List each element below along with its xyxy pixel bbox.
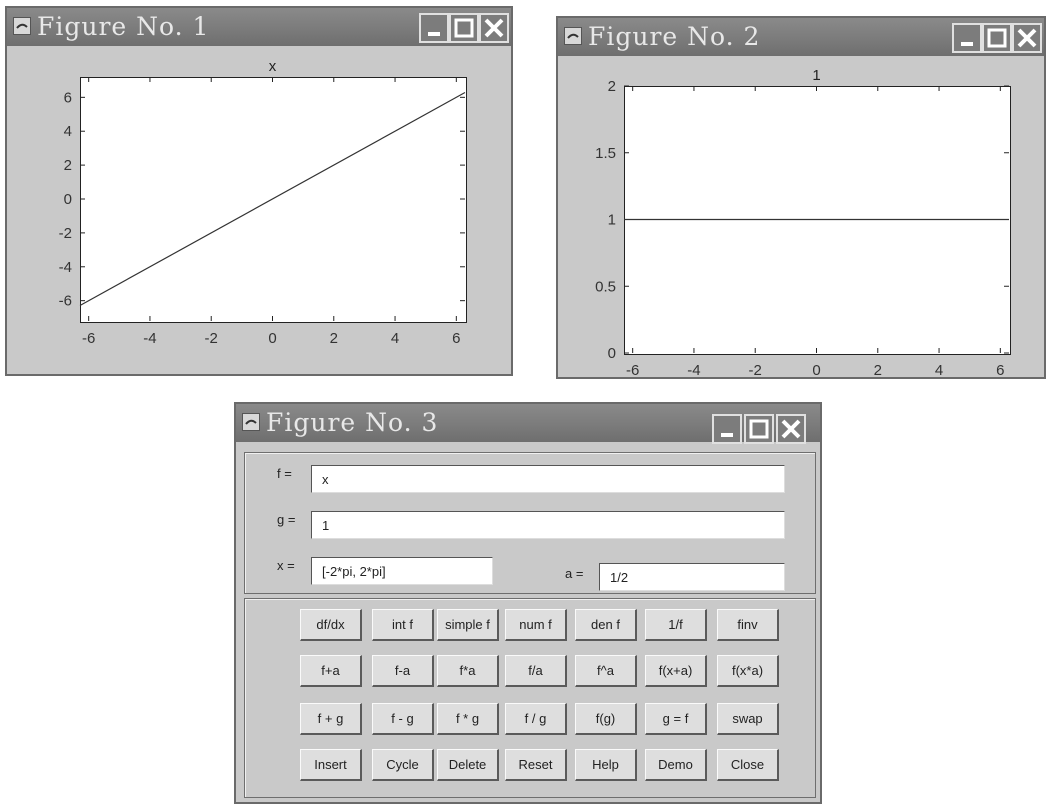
calc-button-int-f[interactable]: int f [372,609,434,641]
y-tick-label: 0 [608,345,616,362]
f-label: f = [277,466,292,481]
calc-button-close[interactable]: Close [717,749,779,781]
x-tick-label: -6 [82,330,95,347]
calc-button-num-f[interactable]: num f [505,609,567,641]
f-input[interactable] [311,465,785,493]
calc-button-f-a[interactable]: f+a [300,655,362,687]
a-label: a = [565,566,584,581]
y-tick-label: 1 [608,212,616,229]
calc-button-reset[interactable]: Reset [505,749,567,781]
calc-button-g-f[interactable]: g = f [645,703,707,735]
figure-3-titlebar[interactable]: Figure No. 3 [236,404,820,444]
g-label: g = [277,512,296,527]
y-tick-label: -4 [59,259,72,276]
x-tick-label: 6 [452,330,460,347]
x-tick-label: 0 [812,362,820,379]
calc-button-swap[interactable]: swap [717,703,779,735]
x-label: x = [277,558,295,573]
x-tick-label: 6 [996,362,1004,379]
maximize-icon[interactable] [744,414,774,444]
calc-button-f-a[interactable]: f-a [372,655,434,687]
a-input[interactable] [599,563,785,591]
calc-button-f-a[interactable]: f^a [575,655,637,687]
calc-button-f-x-a[interactable]: f(x*a) [717,655,779,687]
input-panel: f = g = x = a = [244,452,816,594]
close-icon[interactable] [776,414,806,444]
x-input[interactable] [311,557,493,585]
y-tick-label: 6 [64,89,72,106]
figure-3-window: Figure No. 3 f = g = x = a = df/dxint fs… [234,402,822,804]
calc-button-den-f[interactable]: den f [575,609,637,641]
chart-title: x [269,58,277,75]
x-tick-label: 4 [391,330,399,347]
data-line [79,92,466,306]
calc-button-f-g[interactable]: f + g [300,703,362,735]
y-tick-label: 2 [64,157,72,174]
x-tick-label: 2 [874,362,882,379]
calc-button-f-a[interactable]: f/a [505,655,567,687]
calc-button-cycle[interactable]: Cycle [372,749,434,781]
x-tick-label: 4 [935,362,943,379]
x-tick-label: -2 [749,362,762,379]
calc-button-f-g[interactable]: f * g [437,703,499,735]
chart-figure-2: -6 -4 -2 0 2 4 6 0 0.5 1 1.5 2 1 [595,67,1009,379]
x-tick-label: -2 [205,330,218,347]
calc-button-finv[interactable]: finv [717,609,779,641]
calc-button-f-g[interactable]: f / g [505,703,567,735]
calc-button-delete[interactable]: Delete [437,749,499,781]
chart-title: 1 [812,67,820,84]
y-tick-label: -6 [59,293,72,310]
chart-figure-1: -6 -4 -2 0 2 4 6 -6 -4 -2 0 2 4 6 x [59,58,466,347]
calc-button-simple-f[interactable]: simple f [437,609,499,641]
calc-button-demo[interactable]: Demo [645,749,707,781]
matlab-figure-icon [242,413,260,431]
calc-button-df-dx[interactable]: df/dx [300,609,362,641]
calc-button-f-a[interactable]: f*a [437,655,499,687]
calc-button-f-x-a[interactable]: f(x+a) [645,655,707,687]
calc-button-f-g[interactable]: f(g) [575,703,637,735]
window-title: Figure No. 3 [266,408,439,437]
x-tick-label: -4 [143,330,156,347]
calc-button-help[interactable]: Help [575,749,637,781]
x-tick-label: 0 [268,330,276,347]
button-panel: df/dx int f simple f num f den f 1/f finv f+a f-… [244,598,816,798]
minimize-icon[interactable] [712,414,742,444]
figure-1-window: Figure No. 1 -6 -4 -2 0 2 4 6 -6 -4 -2 0 2 4 6 x [5,6,513,376]
x-tick-label: -4 [687,362,700,379]
g-input[interactable] [311,511,785,539]
calc-button-f-g[interactable]: f - g [372,703,434,735]
x-tick-label: 2 [330,330,338,347]
calc-button-1-f[interactable]: 1/f [645,609,707,641]
y-tick-label: 2 [608,78,616,95]
calc-button-insert[interactable]: Insert [300,749,362,781]
y-tick-label: 0.5 [595,278,616,295]
y-tick-label: 1.5 [595,145,616,162]
y-tick-label: 4 [64,123,72,140]
figure-2-window: Figure No. 2 -6 -4 -2 0 2 4 6 0 0.5 1 1.5 2 1 [556,16,1046,379]
y-tick-label: -2 [59,225,72,242]
x-tick-label: -6 [626,362,639,379]
y-tick-label: 0 [64,191,72,208]
